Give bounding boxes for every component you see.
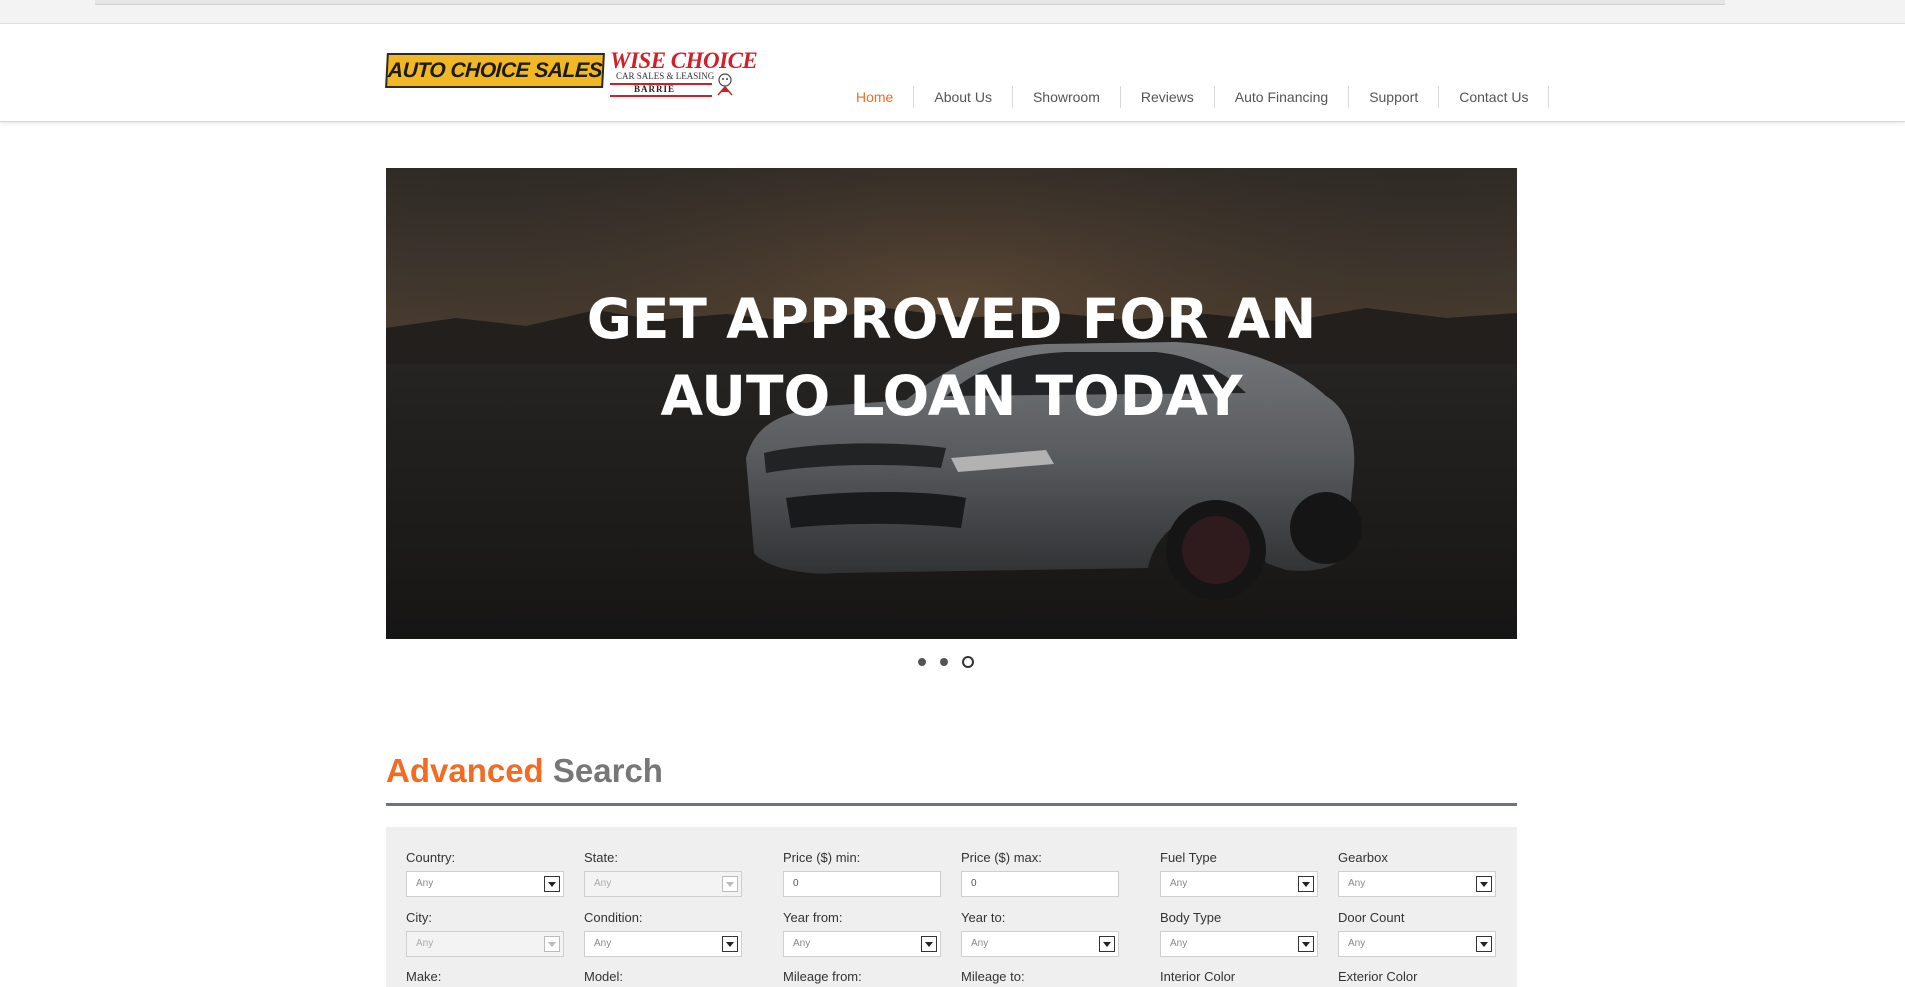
chevron-down-icon <box>1298 936 1314 952</box>
city-select-value: Any <box>416 938 434 949</box>
slider-dot-3[interactable] <box>962 656 974 668</box>
country-select[interactable]: Any <box>406 871 564 897</box>
gearbox-label: Gearbox <box>1338 850 1388 865</box>
gearbox-select[interactable]: Any <box>1338 871 1496 897</box>
year-from-select-value: Any <box>793 938 811 949</box>
nav-about-us[interactable]: About Us <box>914 86 1013 108</box>
chevron-down-icon <box>1298 876 1314 892</box>
chevron-down-icon <box>722 936 738 952</box>
condition-select[interactable]: Any <box>584 931 742 957</box>
year-to-select-value: Any <box>971 938 989 949</box>
chevron-down-icon <box>544 876 560 892</box>
nav-contact-us[interactable]: Contact Us <box>1439 86 1550 108</box>
price-min-label: Price ($) min: <box>783 850 861 865</box>
logo-primary-text: AUTO CHOICE SALES <box>387 58 603 82</box>
advanced-search-heading-rest: Search <box>552 752 663 789</box>
body-type-label: Body Type <box>1160 910 1222 925</box>
price-max-input[interactable]: 0 <box>961 871 1119 897</box>
gearbox-select-value: Any <box>1348 878 1366 889</box>
fuel-type-select[interactable]: Any <box>1160 871 1318 897</box>
mascot-icon <box>717 73 733 96</box>
site-header: AUTO CHOICE SALES WISE CHOICE CAR SALES … <box>0 24 1905 122</box>
main-navigation: Home About Us Showroom Reviews Auto Fina… <box>838 84 1550 110</box>
year-to-label: Year to: <box>961 910 1006 925</box>
year-from-label: Year from: <box>783 910 843 925</box>
nav-home[interactable]: Home <box>838 86 915 108</box>
condition-select-value: Any <box>594 938 612 949</box>
logo-divider <box>610 95 712 97</box>
hero-heading-line-2: AUTO LOAN TODAY <box>660 364 1243 428</box>
chevron-down-icon <box>1476 936 1492 952</box>
door-count-select-value: Any <box>1348 938 1366 949</box>
year-from-select[interactable]: Any <box>783 931 941 957</box>
hero-slider[interactable]: GET APPROVED FOR AN AUTO LOAN TODAY <box>386 168 1517 639</box>
nav-auto-financing[interactable]: Auto Financing <box>1215 86 1350 108</box>
city-label: City: <box>406 910 432 925</box>
price-max-label: Price ($) max: <box>961 850 1042 865</box>
fuel-type-select-value: Any <box>1170 878 1188 889</box>
nav-reviews[interactable]: Reviews <box>1121 86 1215 108</box>
auto-choice-sales-logo: AUTO CHOICE SALES <box>385 53 605 88</box>
hero-heading: GET APPROVED FOR AN AUTO LOAN TODAY <box>386 281 1517 435</box>
logo-secondary-city: BARRIE <box>634 84 676 94</box>
nav-showroom[interactable]: Showroom <box>1013 86 1121 108</box>
body-type-select-value: Any <box>1170 938 1188 949</box>
slider-dot-1[interactable] <box>918 658 926 666</box>
country-select-value: Any <box>416 878 434 889</box>
browser-address-edge <box>95 0 1725 5</box>
advanced-search-heading-accent: Advanced <box>386 752 544 789</box>
section-divider <box>386 803 1517 806</box>
advanced-search-form: Country: Any State: Any Price ($) min: 0… <box>386 827 1517 987</box>
fuel-type-label: Fuel Type <box>1160 850 1217 865</box>
slider-pagination <box>918 655 974 669</box>
advanced-search-heading: Advanced Search <box>386 752 663 790</box>
condition-label: Condition: <box>584 910 643 925</box>
chevron-down-icon <box>722 876 738 892</box>
year-to-select[interactable]: Any <box>961 931 1119 957</box>
site-logo[interactable]: AUTO CHOICE SALES WISE CHOICE CAR SALES … <box>385 48 758 100</box>
door-count-label: Door Count <box>1338 910 1405 925</box>
chevron-down-icon <box>921 936 937 952</box>
chevron-down-icon <box>1476 876 1492 892</box>
hero-heading-line-1: GET APPROVED FOR AN <box>586 287 1317 351</box>
browser-toolbar-edge <box>0 0 1905 24</box>
state-select-value: Any <box>594 878 612 889</box>
slider-dot-2[interactable] <box>940 658 948 666</box>
country-label: Country: <box>406 850 456 865</box>
state-select[interactable]: Any <box>584 871 742 897</box>
logo-secondary-subtitle: CAR SALES & LEASING <box>616 71 715 81</box>
chevron-down-icon <box>544 936 560 952</box>
door-count-select[interactable]: Any <box>1338 931 1496 957</box>
price-min-input[interactable]: 0 <box>783 871 941 897</box>
city-select[interactable]: Any <box>406 931 564 957</box>
nav-support[interactable]: Support <box>1349 86 1440 108</box>
body-type-select[interactable]: Any <box>1160 931 1318 957</box>
wise-choice-logo: WISE CHOICE CAR SALES & LEASING BARRIE <box>610 48 758 100</box>
chevron-down-icon <box>1099 936 1115 952</box>
state-label: State: <box>584 850 618 865</box>
